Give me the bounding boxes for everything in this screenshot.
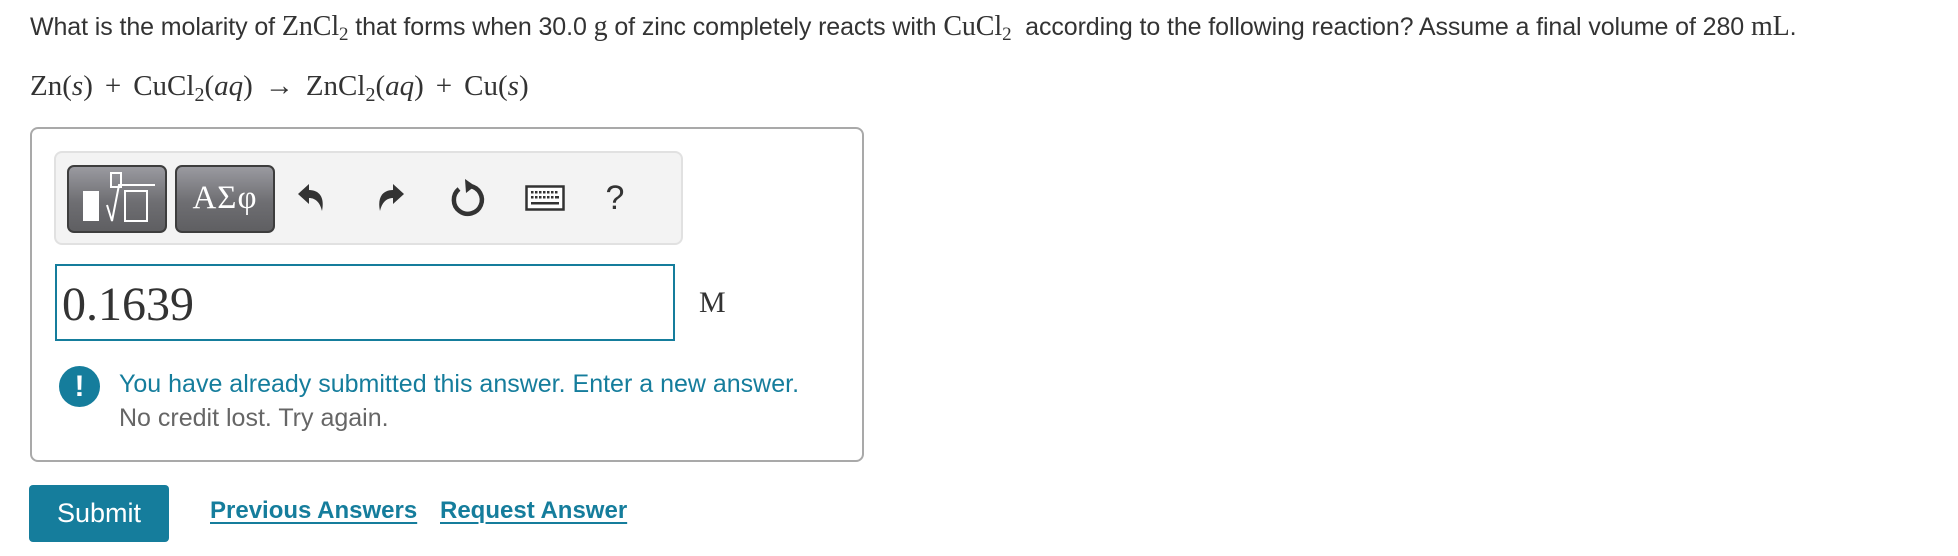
undo-icon — [298, 184, 323, 211]
previous-answers-link[interactable]: Previous Answers — [210, 497, 417, 525]
redo-icon — [379, 184, 404, 211]
question-part: . — [1789, 13, 1797, 41]
keyboard-icon — [525, 185, 565, 211]
help-button[interactable]: ? — [592, 175, 638, 221]
feedback-submessage: No credit lost. Try again. — [119, 404, 389, 432]
question-part: according to the following reaction? Ass… — [1011, 13, 1751, 41]
formula-zncl2: ZnCl2 — [281, 11, 349, 45]
exclamation-icon: ! — [59, 366, 100, 407]
plus-sign: + — [104, 70, 122, 102]
reset-icon — [451, 179, 485, 217]
question-part: of zinc completely reacts with — [607, 13, 944, 41]
templates-button[interactable] — [67, 165, 167, 233]
math-toolbar: ΑΣφ ? — [54, 151, 683, 245]
product-zncl2: ZnCl2(aq) — [305, 70, 424, 106]
answer-panel: ΑΣφ ? 0.1639 M ! You have already submit… — [30, 127, 864, 462]
question-text: What is the molarity of ZnCl2 that forms… — [30, 9, 1797, 45]
unit-ml: mL — [1750, 11, 1790, 42]
reset-button[interactable] — [444, 175, 490, 221]
redo-button[interactable] — [368, 175, 414, 221]
request-answer-link[interactable]: Request Answer — [440, 497, 627, 525]
question-part: that forms when 30.0 — [348, 13, 594, 41]
keyboard-button[interactable] — [522, 175, 568, 221]
templates-sqrt-icon — [83, 172, 155, 222]
reactant-cucl2: CuCl2(aq) — [133, 70, 253, 106]
reaction-arrow: → — [264, 70, 294, 102]
product-cu: Cu(s) — [464, 70, 529, 102]
unit-label: M — [699, 286, 726, 319]
reaction-equation: Zn(s) + CuCl2(aq) → ZnCl2(aq) + Cu(s) — [30, 66, 529, 106]
submit-button[interactable]: Submit — [29, 485, 169, 542]
question-part: What is the molarity of — [30, 13, 282, 41]
greek-symbols-button[interactable]: ΑΣφ — [175, 165, 275, 233]
feedback-message: You have already submitted this answer. … — [119, 370, 800, 398]
plus-sign: + — [435, 70, 453, 102]
formula-cucl2: CuCl2 — [943, 11, 1012, 45]
undo-button[interactable] — [288, 175, 334, 221]
unit-g: g — [593, 11, 608, 42]
answer-input[interactable] — [55, 264, 675, 341]
reactant-zn: Zn(s) — [30, 70, 93, 102]
